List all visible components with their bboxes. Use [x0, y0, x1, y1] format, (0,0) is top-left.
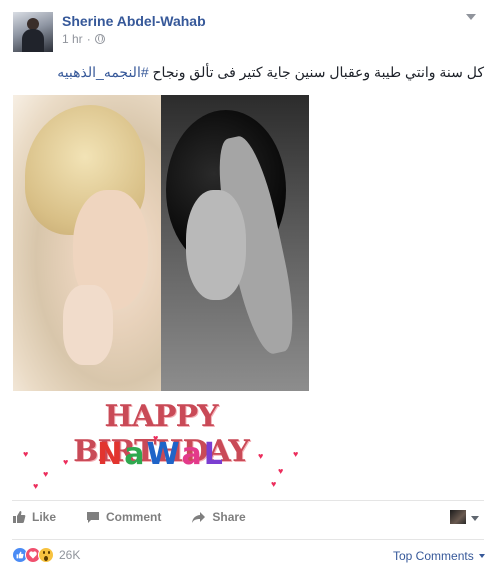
author-name-link[interactable]: Sherine Abdel-Wahab: [62, 13, 206, 29]
caret-down-icon: [478, 554, 485, 558]
caption-hashtag-link[interactable]: #النجمه_الذهبيه: [57, 64, 148, 80]
heart-icon: ♥: [271, 479, 277, 489]
heart-icon: ♥: [278, 466, 284, 476]
heart-icon: ♥: [33, 481, 39, 489]
reaction-count: 26K: [59, 548, 81, 562]
banner-name-letter: a: [124, 437, 147, 472]
share-icon: [192, 511, 206, 523]
photo-right-portrait: [161, 95, 309, 391]
divider: [12, 539, 484, 540]
heart-icon: ♥: [258, 451, 264, 461]
post-options-chevron-icon[interactable]: [466, 14, 476, 20]
portrait-face: [186, 190, 246, 300]
comment-label: Comment: [106, 510, 162, 524]
photo-birthday-banner: HAPPY BIRTHDAY NaWaL ♥ ♥ ♥ ♥ ♥ ♥ ♥ ♥ ♥: [13, 391, 309, 489]
banner-name-text: NaWaL: [13, 437, 309, 472]
divider: [12, 500, 484, 501]
banner-name-letter: L: [203, 437, 225, 472]
post-meta: 1 hr ·: [62, 32, 105, 46]
like-label: Like: [32, 510, 57, 524]
like-button[interactable]: Like: [12, 510, 56, 524]
banner-name-letter: N: [97, 437, 125, 472]
thumbs-up-icon: [13, 511, 26, 523]
comment-button[interactable]: Comment: [86, 510, 161, 524]
heart-icon: ♥: [293, 449, 299, 459]
post-action-bar: Like Comment Share: [12, 507, 276, 527]
post-photo[interactable]: HAPPY BIRTHDAY NaWaL ♥ ♥ ♥ ♥ ♥ ♥ ♥ ♥ ♥: [13, 95, 309, 489]
heart-icon: ♥: [153, 433, 159, 443]
chevron-down-icon[interactable]: [471, 516, 479, 521]
heart-icon: ♥: [43, 469, 49, 479]
post-timestamp[interactable]: 1 hr: [62, 32, 83, 46]
portrait-hand: [63, 285, 113, 365]
wow-reaction-icon: [38, 547, 54, 563]
meta-separator: ·: [86, 32, 91, 46]
share-label: Share: [212, 510, 246, 524]
reactions-summary[interactable]: 26K: [12, 547, 80, 563]
share-button[interactable]: Share: [191, 510, 246, 524]
post-caption: كل سنة وانتي طيبة وعقبال سنين جاية كتير …: [12, 62, 484, 82]
top-comments-dropdown[interactable]: Top Comments: [393, 549, 485, 563]
caption-text: كل سنة وانتي طيبة وعقبال سنين جاية كتير …: [148, 64, 485, 80]
globe-icon: [94, 34, 105, 44]
heart-icon: ♥: [23, 449, 29, 459]
avatar-figure-body: [22, 29, 44, 52]
comment-icon: [87, 511, 100, 523]
top-comments-label: Top Comments: [393, 549, 474, 563]
share-as-avatar[interactable]: [450, 510, 466, 524]
banner-name-letter: a: [181, 437, 204, 472]
banner-name-letter: W: [146, 437, 182, 472]
author-avatar[interactable]: [13, 12, 53, 52]
heart-icon: ♥: [63, 457, 69, 467]
photo-left-portrait: [13, 95, 161, 391]
